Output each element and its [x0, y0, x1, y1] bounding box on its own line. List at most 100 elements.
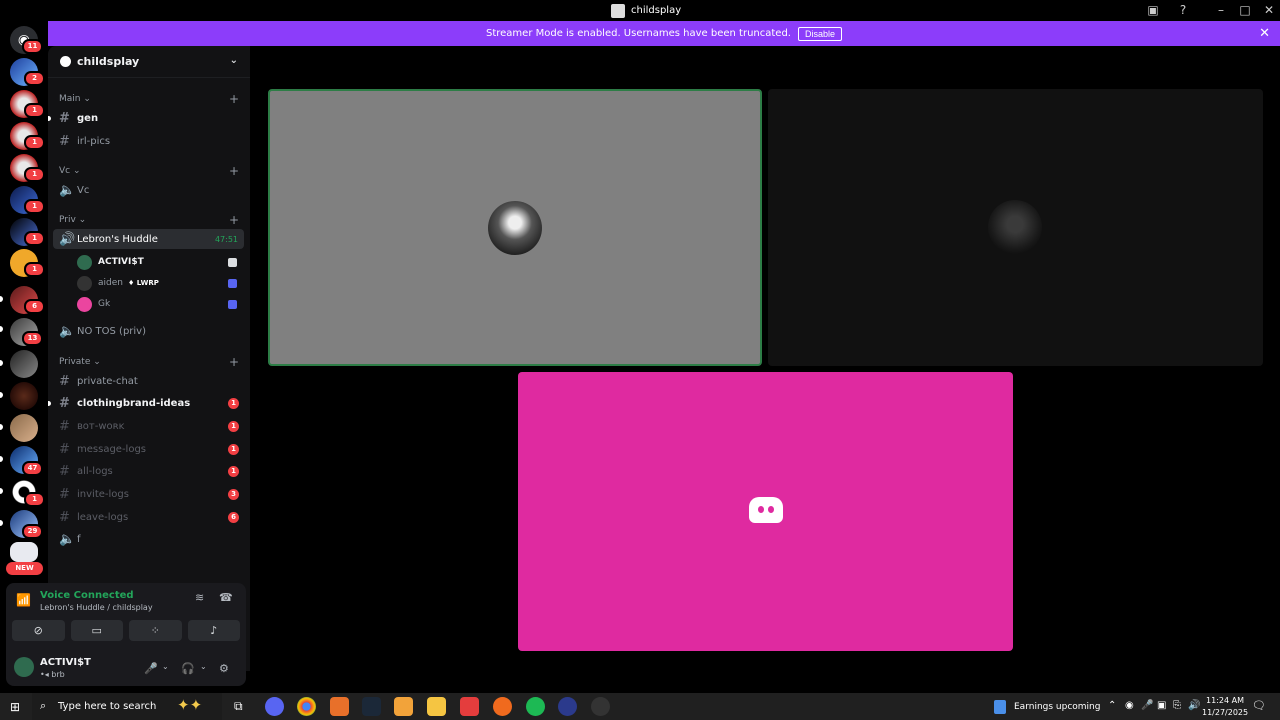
participant-tile-speaking[interactable] [268, 89, 762, 366]
channel-label: clothingbrand-ideas [77, 397, 191, 409]
activities-button[interactable]: ⁘ [129, 619, 182, 641]
steam-app-icon[interactable] [362, 697, 381, 716]
add-channel-icon[interactable]: + [229, 164, 239, 178]
title-bar: childsplay ▣ ? – □ ✕ [0, 0, 1280, 21]
voice-channel-vc[interactable]: 🔈 Vc [59, 180, 244, 200]
server-badge: 13 [22, 331, 43, 346]
guild-header[interactable]: childsplay ⌄ [48, 46, 250, 78]
channel-private-chat[interactable]: # private-chat [59, 371, 244, 391]
soundboard-button[interactable]: ♪ [187, 619, 240, 641]
microphone-tray-icon[interactable]: 🎤 [1141, 700, 1153, 711]
server-icon[interactable] [10, 542, 38, 562]
avatar[interactable] [14, 657, 34, 677]
add-channel-icon[interactable]: + [229, 92, 239, 106]
participant-tile[interactable] [768, 89, 1263, 366]
discord-app-icon[interactable] [265, 697, 284, 716]
notifications-icon[interactable]: 🗨 [1252, 699, 1266, 712]
camera-off-button[interactable]: ⊘ [12, 619, 65, 641]
app-icon[interactable] [591, 697, 610, 716]
headphones-icon[interactable]: 🎧 [181, 662, 195, 675]
maximize-icon[interactable]: □ [1237, 3, 1253, 18]
channel-bot-work[interactable]: # ʙᴏᴛ-ᴡᴏʀᴋ 1 [59, 416, 244, 436]
microphone-icon[interactable]: 🎤 [144, 662, 158, 675]
settings-gear-icon[interactable]: ⚙ [219, 662, 229, 675]
voice-status[interactable]: Voice Connected [40, 590, 134, 601]
participant-tile[interactable] [518, 372, 1013, 651]
app-icon[interactable] [394, 697, 413, 716]
chevron-down-icon[interactable]: ⌄ [200, 662, 207, 671]
add-channel-icon[interactable]: + [229, 355, 239, 369]
file-explorer-icon[interactable] [427, 697, 446, 716]
voice-location[interactable]: Lebron's Huddle / childsplay [40, 603, 153, 612]
disconnect-icon[interactable]: ☎ [219, 591, 233, 604]
server-badge: 1 [24, 231, 45, 246]
call-timer: 47:51 [214, 234, 238, 244]
voice-user[interactable]: ACTIVI$T [77, 253, 237, 271]
signal-icon[interactable]: 📶 [16, 593, 31, 607]
system-clock[interactable]: 11:24 AM 11/27/2025 [1202, 695, 1248, 719]
voice-channel-f[interactable]: 🔈 f [59, 529, 244, 549]
app-icon[interactable] [330, 697, 349, 716]
new-unreads-pill[interactable]: NEW [6, 562, 43, 575]
server-icon[interactable] [10, 382, 38, 410]
category-vc[interactable]: Vc ⌄ + [59, 164, 239, 178]
voice-channel-lebrons-huddle[interactable]: 🔊 Lebron's Huddle 47:51 [53, 229, 244, 249]
news-widget[interactable]: Earnings upcoming [994, 693, 1100, 720]
category-label: Main [59, 94, 81, 104]
home-badge: 11 [22, 39, 43, 54]
close-window-icon[interactable]: ✕ [1261, 3, 1277, 18]
server-badge: 47 [22, 461, 43, 476]
voice-user-name: ACTIVI$T [98, 257, 144, 267]
app-icon[interactable] [493, 697, 512, 716]
close-banner-icon[interactable]: ✕ [1259, 26, 1270, 41]
voice-user[interactable]: Gk [77, 295, 237, 313]
screen-share-button[interactable]: ▭ [70, 619, 123, 641]
task-view-icon[interactable]: ⧉ [234, 699, 243, 714]
server-icon[interactable] [10, 350, 38, 378]
tray-chevron-icon[interactable]: ⌃ [1108, 700, 1116, 711]
channel-label: gen [77, 112, 99, 124]
channel-irl-pics[interactable]: # irl-pics [59, 131, 244, 151]
guild-name: childsplay [77, 55, 140, 68]
camera-off-icon: ⊘ [33, 623, 43, 637]
user-name[interactable]: ACTIVI$T [40, 657, 91, 668]
network-icon[interactable]: ⎘ [1173, 700, 1181, 711]
server-icon[interactable] [10, 414, 38, 442]
tray-icon[interactable]: ▣ [1157, 700, 1166, 711]
category-private[interactable]: Private ⌄ + [59, 355, 239, 369]
inbox-icon[interactable]: ▣ [1145, 3, 1161, 18]
server-badge: 6 [24, 299, 45, 314]
category-main[interactable]: Main ⌄ + [59, 92, 239, 106]
windows-start-icon[interactable]: ⊞ [10, 700, 20, 714]
chrome-app-icon[interactable] [297, 697, 316, 716]
tray-icon[interactable]: ◉ [1125, 700, 1134, 711]
channel-leave-logs[interactable]: # leave-logs 6 [59, 507, 244, 527]
noise-suppression-icon[interactable]: ≋ [195, 591, 204, 604]
voice-user[interactable]: aiden ♦ LWRP [77, 274, 237, 292]
chevron-down-icon[interactable]: ⌄ [162, 662, 169, 671]
voice-channel-no-tos[interactable]: 🔈 NO TOS (priv) [59, 321, 244, 341]
channel-all-logs[interactable]: # all-logs 1 [59, 461, 244, 481]
sparkle-icon: ✦✦ [177, 696, 203, 714]
app-icon[interactable] [558, 697, 577, 716]
volume-icon[interactable]: 🔊 [1188, 700, 1200, 711]
channel-gen[interactable]: # gen [59, 108, 244, 128]
text-channel-icon: # [59, 418, 70, 434]
text-channel-icon: # [59, 373, 70, 389]
disable-streamer-button[interactable]: Disable [797, 26, 842, 41]
taskbar-search[interactable]: ⌕ Type here to search ✦✦ [32, 693, 222, 720]
channel-invite-logs[interactable]: # invite-logs 3 [59, 484, 244, 504]
server-badge: 1 [24, 135, 45, 150]
add-channel-icon[interactable]: + [229, 213, 239, 227]
category-priv[interactable]: Priv ⌄ + [59, 213, 239, 227]
mention-badge: 6 [228, 511, 239, 523]
minimize-icon[interactable]: – [1213, 3, 1229, 18]
help-icon[interactable]: ? [1175, 3, 1191, 18]
channel-label: private-chat [77, 375, 138, 387]
channel-message-logs[interactable]: # message-logs 1 [59, 439, 244, 459]
app-icon[interactable] [460, 697, 479, 716]
spotify-app-icon[interactable] [526, 697, 545, 716]
channel-clothingbrand-ideas[interactable]: # clothingbrand-ideas 1 [59, 393, 244, 413]
activities-icon: ⁘ [150, 623, 160, 637]
speaker-icon: 🔈 [59, 531, 76, 547]
